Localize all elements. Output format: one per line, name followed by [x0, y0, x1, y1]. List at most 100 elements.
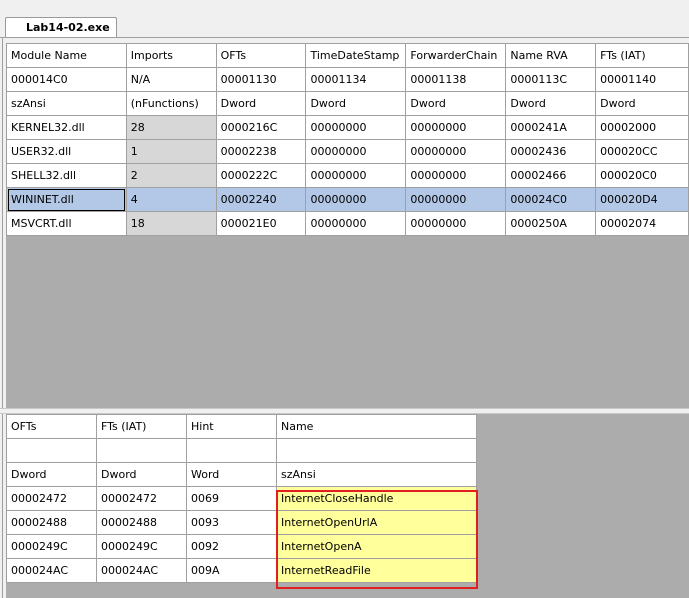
ofts-cell[interactable]: 0000249C [6, 534, 97, 559]
column-header[interactable]: Hint [186, 414, 277, 439]
imports-count-cell[interactable]: 4 [125, 187, 217, 212]
type-cell: (nFunctions) [125, 91, 217, 116]
timedatestamp-cell[interactable]: 00000000 [305, 211, 407, 236]
module-name-cell[interactable]: USER32.dll [6, 139, 127, 164]
module-name-cell[interactable]: KERNEL32.dll [6, 115, 127, 140]
tab-lab14-02[interactable]: Lab14-02.exe [5, 17, 117, 38]
imports-count-cell[interactable]: 2 [125, 163, 217, 188]
offset-cell: 000014C0 [6, 67, 127, 92]
imports-count-cell[interactable]: 1 [125, 139, 217, 164]
type-cell: Dword [96, 462, 187, 487]
fts-iat-cell[interactable]: 000020D4 [595, 187, 689, 212]
ofts-cell[interactable]: 00002240 [215, 187, 307, 212]
type-cell: Word [186, 462, 277, 487]
type-cell: szAnsi [6, 91, 127, 116]
table-row-internetopena[interactable]: 0000249C 0000249C 0092 InternetOpenA [6, 534, 477, 559]
column-header[interactable]: Name RVA [505, 43, 597, 68]
function-name-cell[interactable]: InternetOpenA [276, 534, 477, 559]
ofts-cell[interactable]: 000021E0 [215, 211, 307, 236]
offset-cell: N/A [125, 67, 217, 92]
column-header[interactable]: TimeDateStamp [305, 43, 407, 68]
functions-pane: OFTs FTs (IAT) Hint Name Dword Dword Wor… [6, 414, 689, 598]
column-header[interactable]: FTs (IAT) [96, 414, 187, 439]
type-cell: Dword [305, 91, 407, 116]
hint-cell[interactable]: 0069 [186, 486, 277, 511]
module-name-cell[interactable]: MSVCRT.dll [6, 211, 127, 236]
imports-count-cell[interactable]: 18 [125, 211, 217, 236]
type-cell: Dword [6, 462, 97, 487]
table-row-shell32[interactable]: SHELL32.dll 2 0000222C 00000000 00000000… [6, 163, 689, 188]
ofts-cell[interactable]: 000024AC [6, 558, 97, 583]
imports-table: Module Name Imports OFTs TimeDateStamp F… [6, 43, 689, 236]
name-rva-cell[interactable]: 0000250A [505, 211, 597, 236]
function-name-cell[interactable]: InternetCloseHandle [276, 486, 477, 511]
hint-cell[interactable]: 009A [186, 558, 277, 583]
offset-cell: 00001134 [305, 67, 407, 92]
fts-iat-cell[interactable]: 000020CC [595, 139, 689, 164]
timedatestamp-cell[interactable]: 00000000 [305, 115, 407, 140]
hint-cell[interactable]: 0092 [186, 534, 277, 559]
type-cell: Dword [595, 91, 689, 116]
ofts-cell[interactable]: 00002472 [6, 486, 97, 511]
function-name-cell[interactable]: InternetOpenUrlA [276, 510, 477, 535]
timedatestamp-cell[interactable]: 00000000 [305, 163, 407, 188]
forwarderchain-cell[interactable]: 00000000 [405, 187, 507, 212]
imports-header-row: Module Name Imports OFTs TimeDateStamp F… [6, 43, 689, 68]
table-row-internetopenurla[interactable]: 00002488 00002488 0093 InternetOpenUrlA [6, 510, 477, 535]
column-header[interactable]: OFTs [6, 414, 97, 439]
module-name-cell[interactable]: SHELL32.dll [6, 163, 127, 188]
forwarderchain-cell[interactable]: 00000000 [405, 115, 507, 140]
tab-bar-divider [0, 37, 689, 38]
fts-iat-cell[interactable]: 00002000 [595, 115, 689, 140]
column-header[interactable]: ForwarderChain [405, 43, 507, 68]
offset-cell [276, 438, 477, 463]
column-header[interactable]: OFTs [215, 43, 307, 68]
table-row-wininet-selected[interactable]: WININET.dll 4 00002240 00000000 00000000… [6, 187, 689, 212]
offset-cell: 00001130 [215, 67, 307, 92]
ofts-cell[interactable]: 0000216C [215, 115, 307, 140]
name-rva-cell[interactable]: 000024C0 [505, 187, 597, 212]
fts-iat-cell[interactable]: 000020C0 [595, 163, 689, 188]
forwarderchain-cell[interactable]: 00000000 [405, 139, 507, 164]
offset-cell [96, 438, 187, 463]
offset-cell: 00001138 [405, 67, 507, 92]
fts-iat-cell[interactable]: 00002472 [96, 486, 187, 511]
table-row-kernel32[interactable]: KERNEL32.dll 28 0000216C 00000000 000000… [6, 115, 689, 140]
offset-cell [6, 438, 97, 463]
fts-iat-cell[interactable]: 00002074 [595, 211, 689, 236]
forwarderchain-cell[interactable]: 00000000 [405, 211, 507, 236]
imports-type-row: szAnsi (nFunctions) Dword Dword Dword Dw… [6, 91, 689, 116]
type-cell: Dword [405, 91, 507, 116]
fts-iat-cell[interactable]: 0000249C [96, 534, 187, 559]
imports-offset-row: 000014C0 N/A 00001130 00001134 00001138 … [6, 67, 689, 92]
table-row-internetreadfile[interactable]: 000024AC 000024AC 009A InternetReadFile [6, 558, 477, 583]
name-rva-cell[interactable]: 00002436 [505, 139, 597, 164]
ofts-cell[interactable]: 00002238 [215, 139, 307, 164]
column-header[interactable]: FTs (IAT) [595, 43, 689, 68]
ofts-cell[interactable]: 0000222C [215, 163, 307, 188]
functions-type-row: Dword Dword Word szAnsi [6, 462, 477, 487]
forwarderchain-cell[interactable]: 00000000 [405, 163, 507, 188]
offset-cell: 0000113C [505, 67, 597, 92]
fts-iat-cell[interactable]: 00002488 [96, 510, 187, 535]
ofts-cell[interactable]: 00002488 [6, 510, 97, 535]
module-name-cell[interactable]: WININET.dll [6, 187, 127, 212]
function-name-cell[interactable]: InternetReadFile [276, 558, 477, 583]
tab-bar: Lab14-02.exe [0, 0, 689, 38]
type-cell: Dword [505, 91, 597, 116]
name-rva-cell[interactable]: 00002466 [505, 163, 597, 188]
name-rva-cell[interactable]: 0000241A [505, 115, 597, 140]
column-header[interactable]: Name [276, 414, 477, 439]
imports-count-cell[interactable]: 28 [125, 115, 217, 140]
table-row-user32[interactable]: USER32.dll 1 00002238 00000000 00000000 … [6, 139, 689, 164]
type-cell: Dword [215, 91, 307, 116]
fts-iat-cell[interactable]: 000024AC [96, 558, 187, 583]
functions-offset-row [6, 438, 477, 463]
hint-cell[interactable]: 0093 [186, 510, 277, 535]
column-header[interactable]: Imports [125, 43, 217, 68]
table-row-msvcrt[interactable]: MSVCRT.dll 18 000021E0 00000000 00000000… [6, 211, 689, 236]
timedatestamp-cell[interactable]: 00000000 [305, 139, 407, 164]
column-header[interactable]: Module Name [6, 43, 127, 68]
table-row-internetclosehandle[interactable]: 00002472 00002472 0069 InternetCloseHand… [6, 486, 477, 511]
timedatestamp-cell[interactable]: 00000000 [305, 187, 407, 212]
